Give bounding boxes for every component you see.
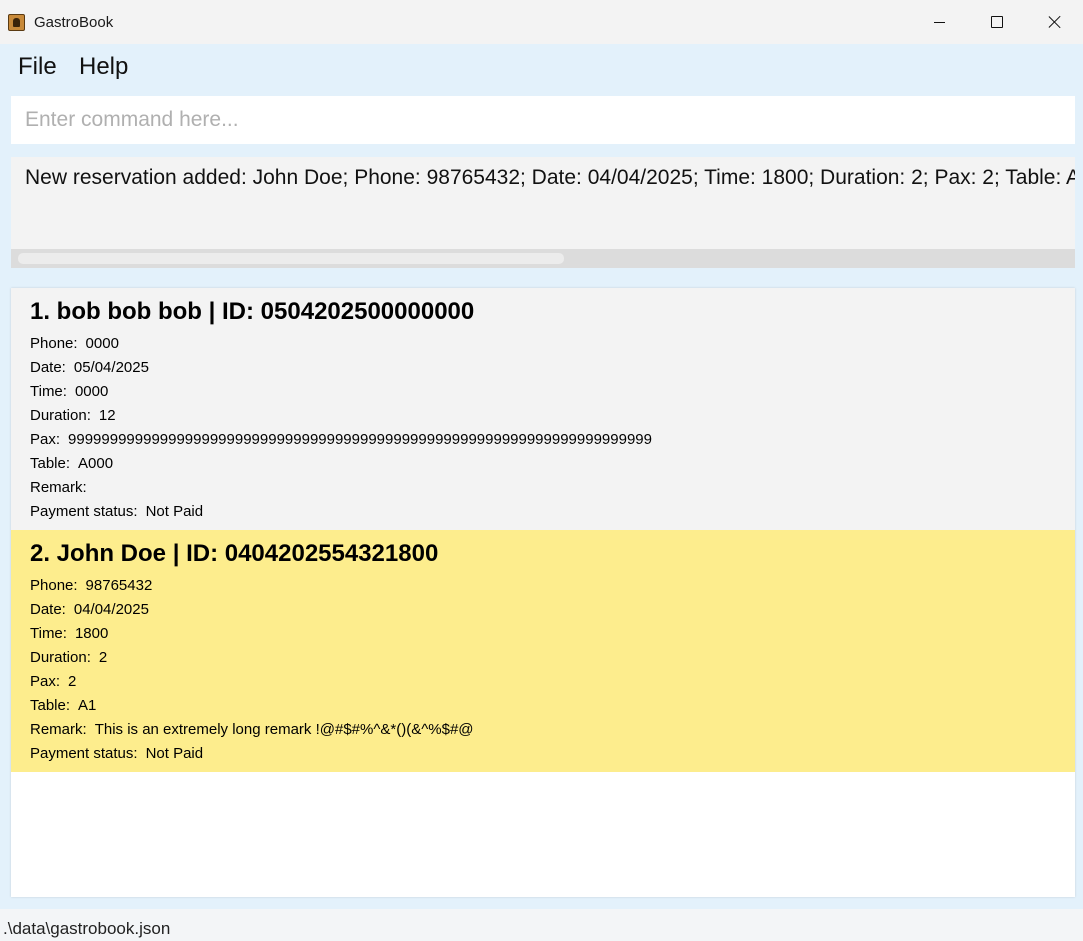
command-input[interactable] bbox=[11, 96, 1075, 144]
field-pax: Pax: 999999999999999999999999999999999999… bbox=[30, 431, 652, 448]
field-remark: Remark: bbox=[30, 479, 95, 496]
menu-help[interactable]: Help bbox=[79, 53, 128, 81]
field-label: Table: bbox=[30, 697, 71, 714]
field-label: Payment status: bbox=[30, 503, 138, 520]
field-table: Table: A1 bbox=[30, 697, 96, 714]
field-pax: Pax: 2 bbox=[30, 673, 76, 690]
field-label: Phone: bbox=[30, 577, 78, 594]
menu-file[interactable]: File bbox=[18, 53, 57, 81]
scrollbar-thumb[interactable] bbox=[18, 253, 564, 264]
field-value: A000 bbox=[78, 455, 114, 472]
field-value: Not Paid bbox=[145, 503, 204, 520]
reservation-title: 1. bob bob bob | ID: 0504202500000000 bbox=[30, 298, 475, 325]
field-date: Date: 04/04/2025 bbox=[30, 601, 149, 618]
close-icon bbox=[1048, 15, 1062, 29]
maximize-icon bbox=[991, 16, 1003, 28]
field-value: 2 bbox=[68, 673, 77, 690]
field-value: 04/04/2025 bbox=[73, 601, 149, 618]
result-display[interactable]: New reservation added: John Doe; Phone: … bbox=[11, 157, 1075, 268]
field-payment-status: Payment status: Not Paid bbox=[30, 503, 203, 520]
field-value: 12 bbox=[98, 407, 116, 424]
field-value: 2 bbox=[98, 649, 108, 666]
save-file-path: .\data\gastrobook.json bbox=[3, 919, 171, 938]
field-label: Remark: bbox=[30, 479, 87, 496]
field-label: Time: bbox=[30, 383, 67, 400]
field-label: Table: bbox=[30, 455, 71, 472]
field-value: 0000 bbox=[85, 335, 119, 352]
address-book-icon bbox=[8, 14, 25, 31]
reservation-card[interactable]: 1. bob bob bob | ID: 0504202500000000 Ph… bbox=[11, 288, 1075, 530]
field-label: Duration: bbox=[30, 649, 91, 666]
field-label: Duration: bbox=[30, 407, 91, 424]
field-value: A1 bbox=[78, 697, 97, 714]
result-horizontal-scrollbar[interactable] bbox=[11, 249, 1075, 268]
reservation-title: 2. John Doe | ID: 0404202554321800 bbox=[30, 540, 439, 567]
field-remark: Remark: This is an extremely long remark … bbox=[30, 721, 474, 738]
reservation-list[interactable]: 1. bob bob bob | ID: 0504202500000000 Ph… bbox=[11, 288, 1075, 897]
field-phone: Phone: 0000 bbox=[30, 335, 119, 352]
field-value: Not Paid bbox=[145, 745, 204, 762]
field-value: This is an extremely long remark !@#$#%^… bbox=[94, 721, 474, 738]
field-label: Pax: bbox=[30, 431, 61, 448]
field-label: Phone: bbox=[30, 335, 78, 352]
field-phone: Phone: 98765432 bbox=[30, 577, 152, 594]
status-bar: .\data\gastrobook.json bbox=[0, 909, 1083, 941]
field-time: Time: 0000 bbox=[30, 383, 108, 400]
close-button[interactable] bbox=[1026, 0, 1083, 44]
field-time: Time: 1800 bbox=[30, 625, 108, 642]
title-bar: GastroBook bbox=[0, 0, 1083, 44]
app-window: GastroBook File Help New reservation add… bbox=[0, 0, 1083, 941]
reservation-card-selected[interactable]: 2. John Doe | ID: 0404202554321800 Phone… bbox=[11, 530, 1075, 772]
field-payment-status: Payment status: Not Paid bbox=[30, 745, 203, 762]
field-value: 9999999999999999999999999999999999999999… bbox=[68, 431, 652, 448]
field-table: Table: A000 bbox=[30, 455, 113, 472]
field-value: 1800 bbox=[74, 625, 109, 642]
field-duration: Duration: 2 bbox=[30, 649, 107, 666]
field-label: Pax: bbox=[30, 673, 61, 690]
field-value: 98765432 bbox=[85, 577, 153, 594]
field-value: 0000 bbox=[74, 383, 109, 400]
field-value: 05/04/2025 bbox=[73, 359, 149, 376]
window-title: GastroBook bbox=[34, 14, 114, 31]
field-label: Date: bbox=[30, 359, 66, 376]
field-label: Date: bbox=[30, 601, 66, 618]
maximize-button[interactable] bbox=[968, 0, 1026, 44]
result-message: New reservation added: John Doe; Phone: … bbox=[25, 166, 1075, 189]
field-label: Payment status: bbox=[30, 745, 138, 762]
minimize-icon bbox=[933, 21, 945, 23]
field-duration: Duration: 12 bbox=[30, 407, 116, 424]
minimize-button[interactable] bbox=[910, 0, 968, 44]
field-date: Date: 05/04/2025 bbox=[30, 359, 149, 376]
field-label: Remark: bbox=[30, 721, 87, 738]
field-label: Time: bbox=[30, 625, 67, 642]
menu-bar: File Help bbox=[0, 44, 1083, 90]
